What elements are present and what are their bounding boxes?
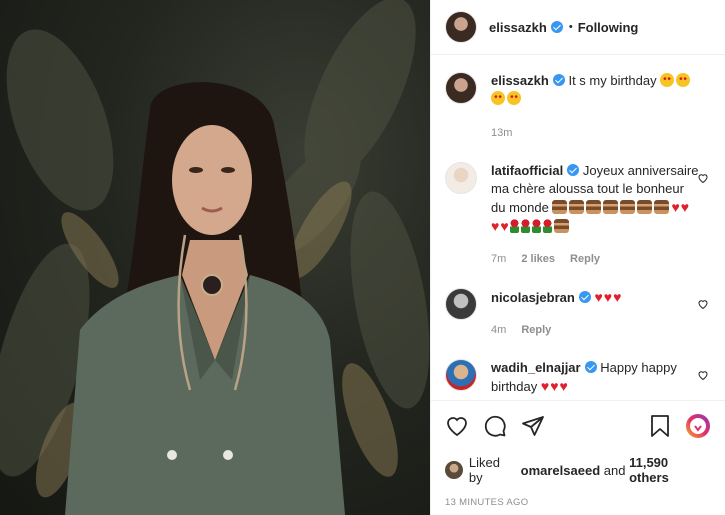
comment-item: latifaofficial Joyeux anniversaire ma ch… [445,162,711,268]
post-timestamp[interactable]: 13 MINUTES AGO [445,497,711,508]
author-avatar[interactable] [445,11,477,43]
star-struck-emoji-icon [491,91,505,105]
post-actions: Liked by omarelsaeed and 11,590 others 1… [431,400,725,515]
likes-joiner: and [603,462,626,478]
cake-emoji-icon [637,200,653,214]
rose-emoji-icon [520,219,530,233]
author-username[interactable]: elissazkh [489,20,547,35]
comment-time[interactable]: 7m [491,253,506,265]
likes-count[interactable]: 11,590 others [629,455,711,485]
red-heart-emoji-icon: ♥ [603,289,613,305]
red-heart-emoji-icon: ♥ [491,218,500,234]
caption-username[interactable]: elissazkh [491,73,549,88]
post-header: elissazkh • Following [431,0,725,55]
red-heart-emoji-icon: ♥ [559,378,568,394]
post-side-panel: elissazkh • Following elissazkh It s my … [430,0,725,515]
like-comment-heart-icon[interactable] [697,298,709,310]
comment-icon[interactable] [483,414,507,438]
cake-emoji-icon [552,200,568,214]
comment-meta: 7m 2 likes Reply [491,250,701,268]
comment-item: nicolasjebran ♥♥♥ 4m Reply [445,288,711,339]
comments-list[interactable]: elissazkh It s my birthday 13m latifaoff… [431,56,725,396]
commenter-avatar[interactable] [445,162,477,194]
rose-emoji-icon [542,219,552,233]
comment-body: wadih_elnajjar Happy happy birthday ♥♥♥ [491,359,701,396]
cake-emoji-icon [569,200,585,214]
like-comment-heart-icon[interactable] [697,369,709,381]
reply-button[interactable]: Reply [521,324,551,336]
verified-icon [584,361,597,373]
red-heart-emoji-icon: ♥ [540,378,550,394]
comment-username[interactable]: latifaofficial [491,163,563,178]
liker-avatar[interactable] [445,461,463,479]
comment-body: latifaofficial Joyeux anniversaire ma ch… [491,162,701,268]
comment-time[interactable]: 4m [491,324,506,336]
star-struck-emoji-icon [507,91,521,105]
cake-emoji-icon [553,219,569,233]
red-heart-emoji-icon: ♥ [613,289,622,305]
comment-meta: 4m Reply [491,321,701,339]
share-icon[interactable] [521,414,545,438]
author-avatar[interactable] [445,72,477,104]
liker-username[interactable]: omarelsaeed [521,463,601,478]
heart-icon[interactable] [445,414,469,438]
star-struck-emoji-icon [660,73,675,87]
comment-item: wadih_elnajjar Happy happy birthday ♥♥♥ [445,359,711,396]
action-icons [445,401,711,451]
comment-username[interactable]: wadih_elnajjar [491,360,581,375]
caption-text: It s my birthday [568,73,657,88]
red-heart-emoji-icon: ♥ [680,199,690,215]
red-heart-emoji-icon: ♥ [550,378,559,394]
verified-icon [550,21,563,33]
verified-icon [552,74,565,86]
commenter-avatar[interactable] [445,288,477,320]
cake-emoji-icon [620,200,636,214]
rose-emoji-icon [509,219,519,233]
star-struck-emoji-icon [676,73,691,87]
caption: elissazkh It s my birthday 13m [445,72,711,142]
reply-button[interactable]: Reply [570,253,600,265]
likes-summary: Liked by omarelsaeed and 11,590 others [445,455,711,485]
header-separator: • [568,21,573,33]
bookmark-icon[interactable] [649,414,671,438]
following-button[interactable]: Following [578,20,639,35]
portrait-illustration [0,0,430,515]
caption-time[interactable]: 13m [491,127,512,139]
like-comment-heart-icon[interactable] [697,172,709,184]
post-photo[interactable] [0,0,430,515]
reels-icon[interactable] [685,413,711,439]
comment-username[interactable]: nicolasjebran [491,290,575,305]
rose-emoji-icon [531,219,541,233]
cake-emoji-icon [654,200,670,214]
red-heart-emoji-icon: ♥ [500,218,509,234]
cake-emoji-icon [603,200,619,214]
verified-icon [578,291,591,303]
likes-prefix: Liked by [468,455,500,485]
red-heart-emoji-icon: ♥ [671,199,680,215]
cake-emoji-icon [586,200,602,214]
comment-likes[interactable]: 2 likes [521,253,555,265]
commenter-avatar[interactable] [445,359,477,391]
comment-body: nicolasjebran ♥♥♥ 4m Reply [491,288,701,339]
red-heart-emoji-icon: ♥ [594,289,603,305]
caption-body: elissazkh It s my birthday 13m [491,72,701,142]
caption-meta: 13m [491,124,701,142]
verified-icon [567,164,580,176]
